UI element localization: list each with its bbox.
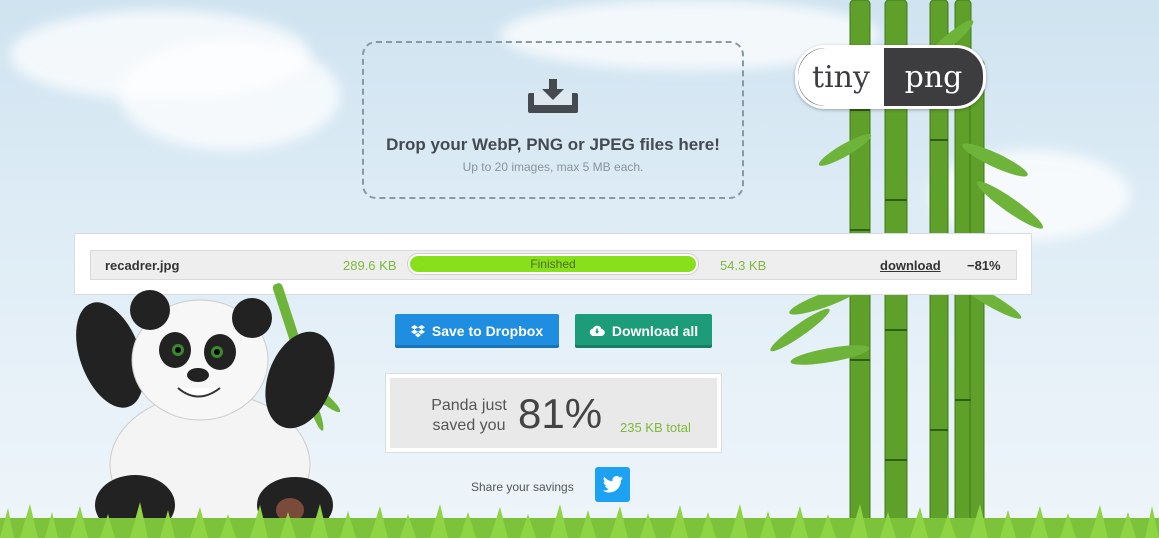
share-label: Share your savings (471, 480, 574, 494)
progress-bar: Finished (407, 253, 699, 275)
file-name: recadrer.jpg (105, 258, 180, 273)
savings-label: Panda just saved you (431, 397, 507, 434)
drop-zone-title: Drop your WebP, PNG or JPEG files here! (386, 135, 720, 154)
grass-strip (0, 502, 1159, 538)
dropbox-button-label: Save to Dropbox (431, 323, 544, 339)
twitter-icon (602, 475, 623, 492)
download-link[interactable]: download (880, 258, 941, 273)
savings-total: 235 KB total (620, 420, 691, 435)
twitter-share-button[interactable] (595, 467, 630, 502)
panda-mascot (76, 283, 341, 538)
tinypng-logo[interactable]: tiny png (795, 45, 986, 109)
compressed-size: 54.3 KB (720, 258, 767, 273)
cloud-download-icon (589, 325, 605, 337)
progress-status: Finished (530, 257, 576, 271)
drop-zone-subtitle: Up to 20 images, max 5 MB each. (462, 160, 644, 174)
progress-fill: Finished (410, 256, 696, 272)
savings-inner: Panda just saved you 81% 235 KB total (390, 378, 717, 448)
download-all-button[interactable]: Download all (575, 314, 712, 348)
dropbox-icon (410, 324, 425, 337)
savings-summary: Panda just saved you 81% 235 KB total (385, 373, 722, 453)
download-all-label: Download all (611, 323, 699, 339)
reduction-percent: −81% (967, 258, 1001, 273)
file-drop-zone[interactable]: Drop your WebP, PNG or JPEG files here! … (362, 41, 744, 199)
logo-tiny-text: tiny (798, 48, 884, 106)
upload-tray-icon (528, 79, 578, 113)
cloud (120, 40, 340, 150)
savings-percent: 81% (518, 390, 603, 437)
save-to-dropbox-button[interactable]: Save to Dropbox (395, 314, 559, 348)
logo-png-text: png (904, 59, 963, 95)
original-size: 289.6 KB (343, 258, 397, 273)
file-row: recadrer.jpg 289.6 KB Finished 54.3 KB d… (90, 250, 1017, 280)
